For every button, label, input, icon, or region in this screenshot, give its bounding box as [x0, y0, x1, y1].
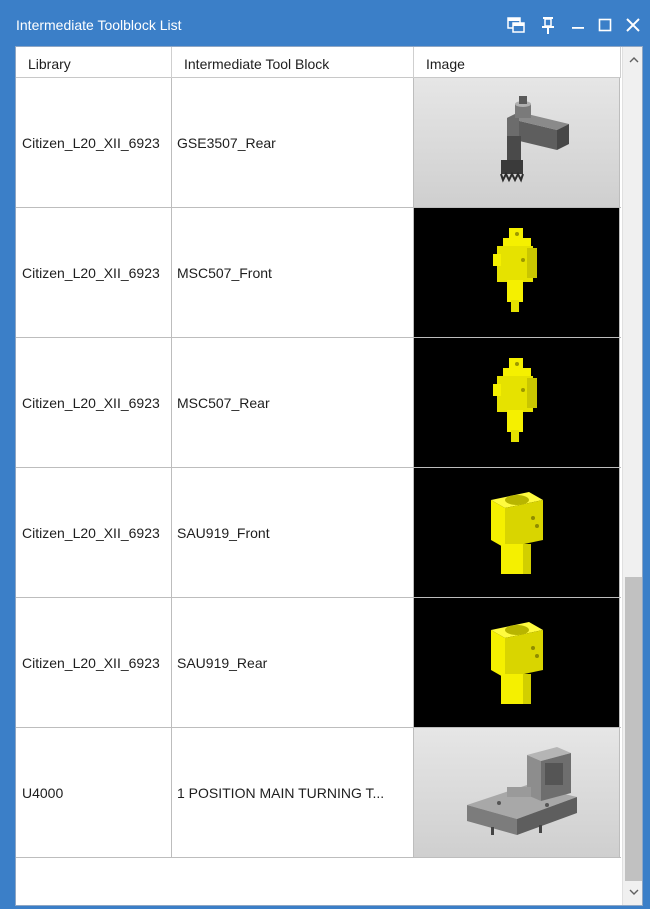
tool-block-cell: SAU919_Rear: [172, 598, 414, 727]
table-row[interactable]: Citizen_L20_XII_6923 MSC507_Front: [16, 208, 621, 338]
library-cell: Citizen_L20_XII_6923: [16, 338, 172, 467]
tool-block-cell: MSC507_Front: [172, 208, 414, 337]
gray-turning-block-icon: [414, 728, 620, 857]
window-title: Intermediate Toolblock List: [16, 17, 182, 33]
tool-block-cell: MSC507_Rear: [172, 338, 414, 467]
column-header-tool-block[interactable]: Intermediate Tool Block: [172, 47, 414, 78]
table-row[interactable]: Citizen_L20_XII_6923 MSC507_Rear: [16, 338, 621, 468]
table-row[interactable]: Citizen_L20_XII_6923 SAU919_Rear: [16, 598, 621, 728]
yellow-sleeve-holder-icon: [414, 468, 620, 597]
library-cell: Citizen_L20_XII_6923: [16, 598, 172, 727]
column-header-library[interactable]: Library: [16, 47, 172, 78]
close-icon[interactable]: [622, 14, 644, 36]
library-cell: Citizen_L20_XII_6923: [16, 78, 172, 207]
yellow-tool-block-icon: [414, 208, 620, 337]
tool-block-cell: 1 POSITION MAIN TURNING T...: [172, 728, 414, 857]
window: Intermediate Toolblock List Library Inte…: [0, 0, 650, 909]
tool-block-cell: GSE3507_Rear: [172, 78, 414, 207]
library-cell: Citizen_L20_XII_6923: [16, 208, 172, 337]
table-row[interactable]: Citizen_L20_XII_6923 GSE3507_Rear: [16, 78, 621, 208]
pin-icon[interactable]: [537, 14, 559, 36]
column-header-image[interactable]: Image: [414, 47, 621, 78]
tool-block-cell: SAU919_Front: [172, 468, 414, 597]
yellow-sleeve-holder-icon: [414, 598, 620, 727]
library-cell: Citizen_L20_XII_6923: [16, 468, 172, 597]
scroll-down-icon[interactable]: [623, 881, 642, 903]
minimize-icon[interactable]: [567, 14, 589, 36]
library-cell: U4000: [16, 728, 172, 857]
table-header: Library Intermediate Tool Block Image: [16, 47, 621, 78]
scroll-up-icon[interactable]: [623, 49, 642, 71]
yellow-tool-block-icon: [414, 338, 620, 467]
table-row[interactable]: U4000 1 POSITION MAIN TURNING T...: [16, 728, 621, 858]
maximize-icon[interactable]: [594, 14, 616, 36]
table-row[interactable]: Citizen_L20_XII_6923 SAU919_Front: [16, 468, 621, 598]
title-bar[interactable]: Intermediate Toolblock List: [0, 0, 650, 46]
dock-icon[interactable]: [505, 14, 527, 36]
gray-tool-holder-icon: [414, 78, 620, 207]
toolblock-list: Library Intermediate Tool Block Image Ci…: [15, 46, 643, 906]
scrollbar-thumb[interactable]: [625, 577, 642, 881]
vertical-scrollbar[interactable]: [622, 47, 642, 905]
